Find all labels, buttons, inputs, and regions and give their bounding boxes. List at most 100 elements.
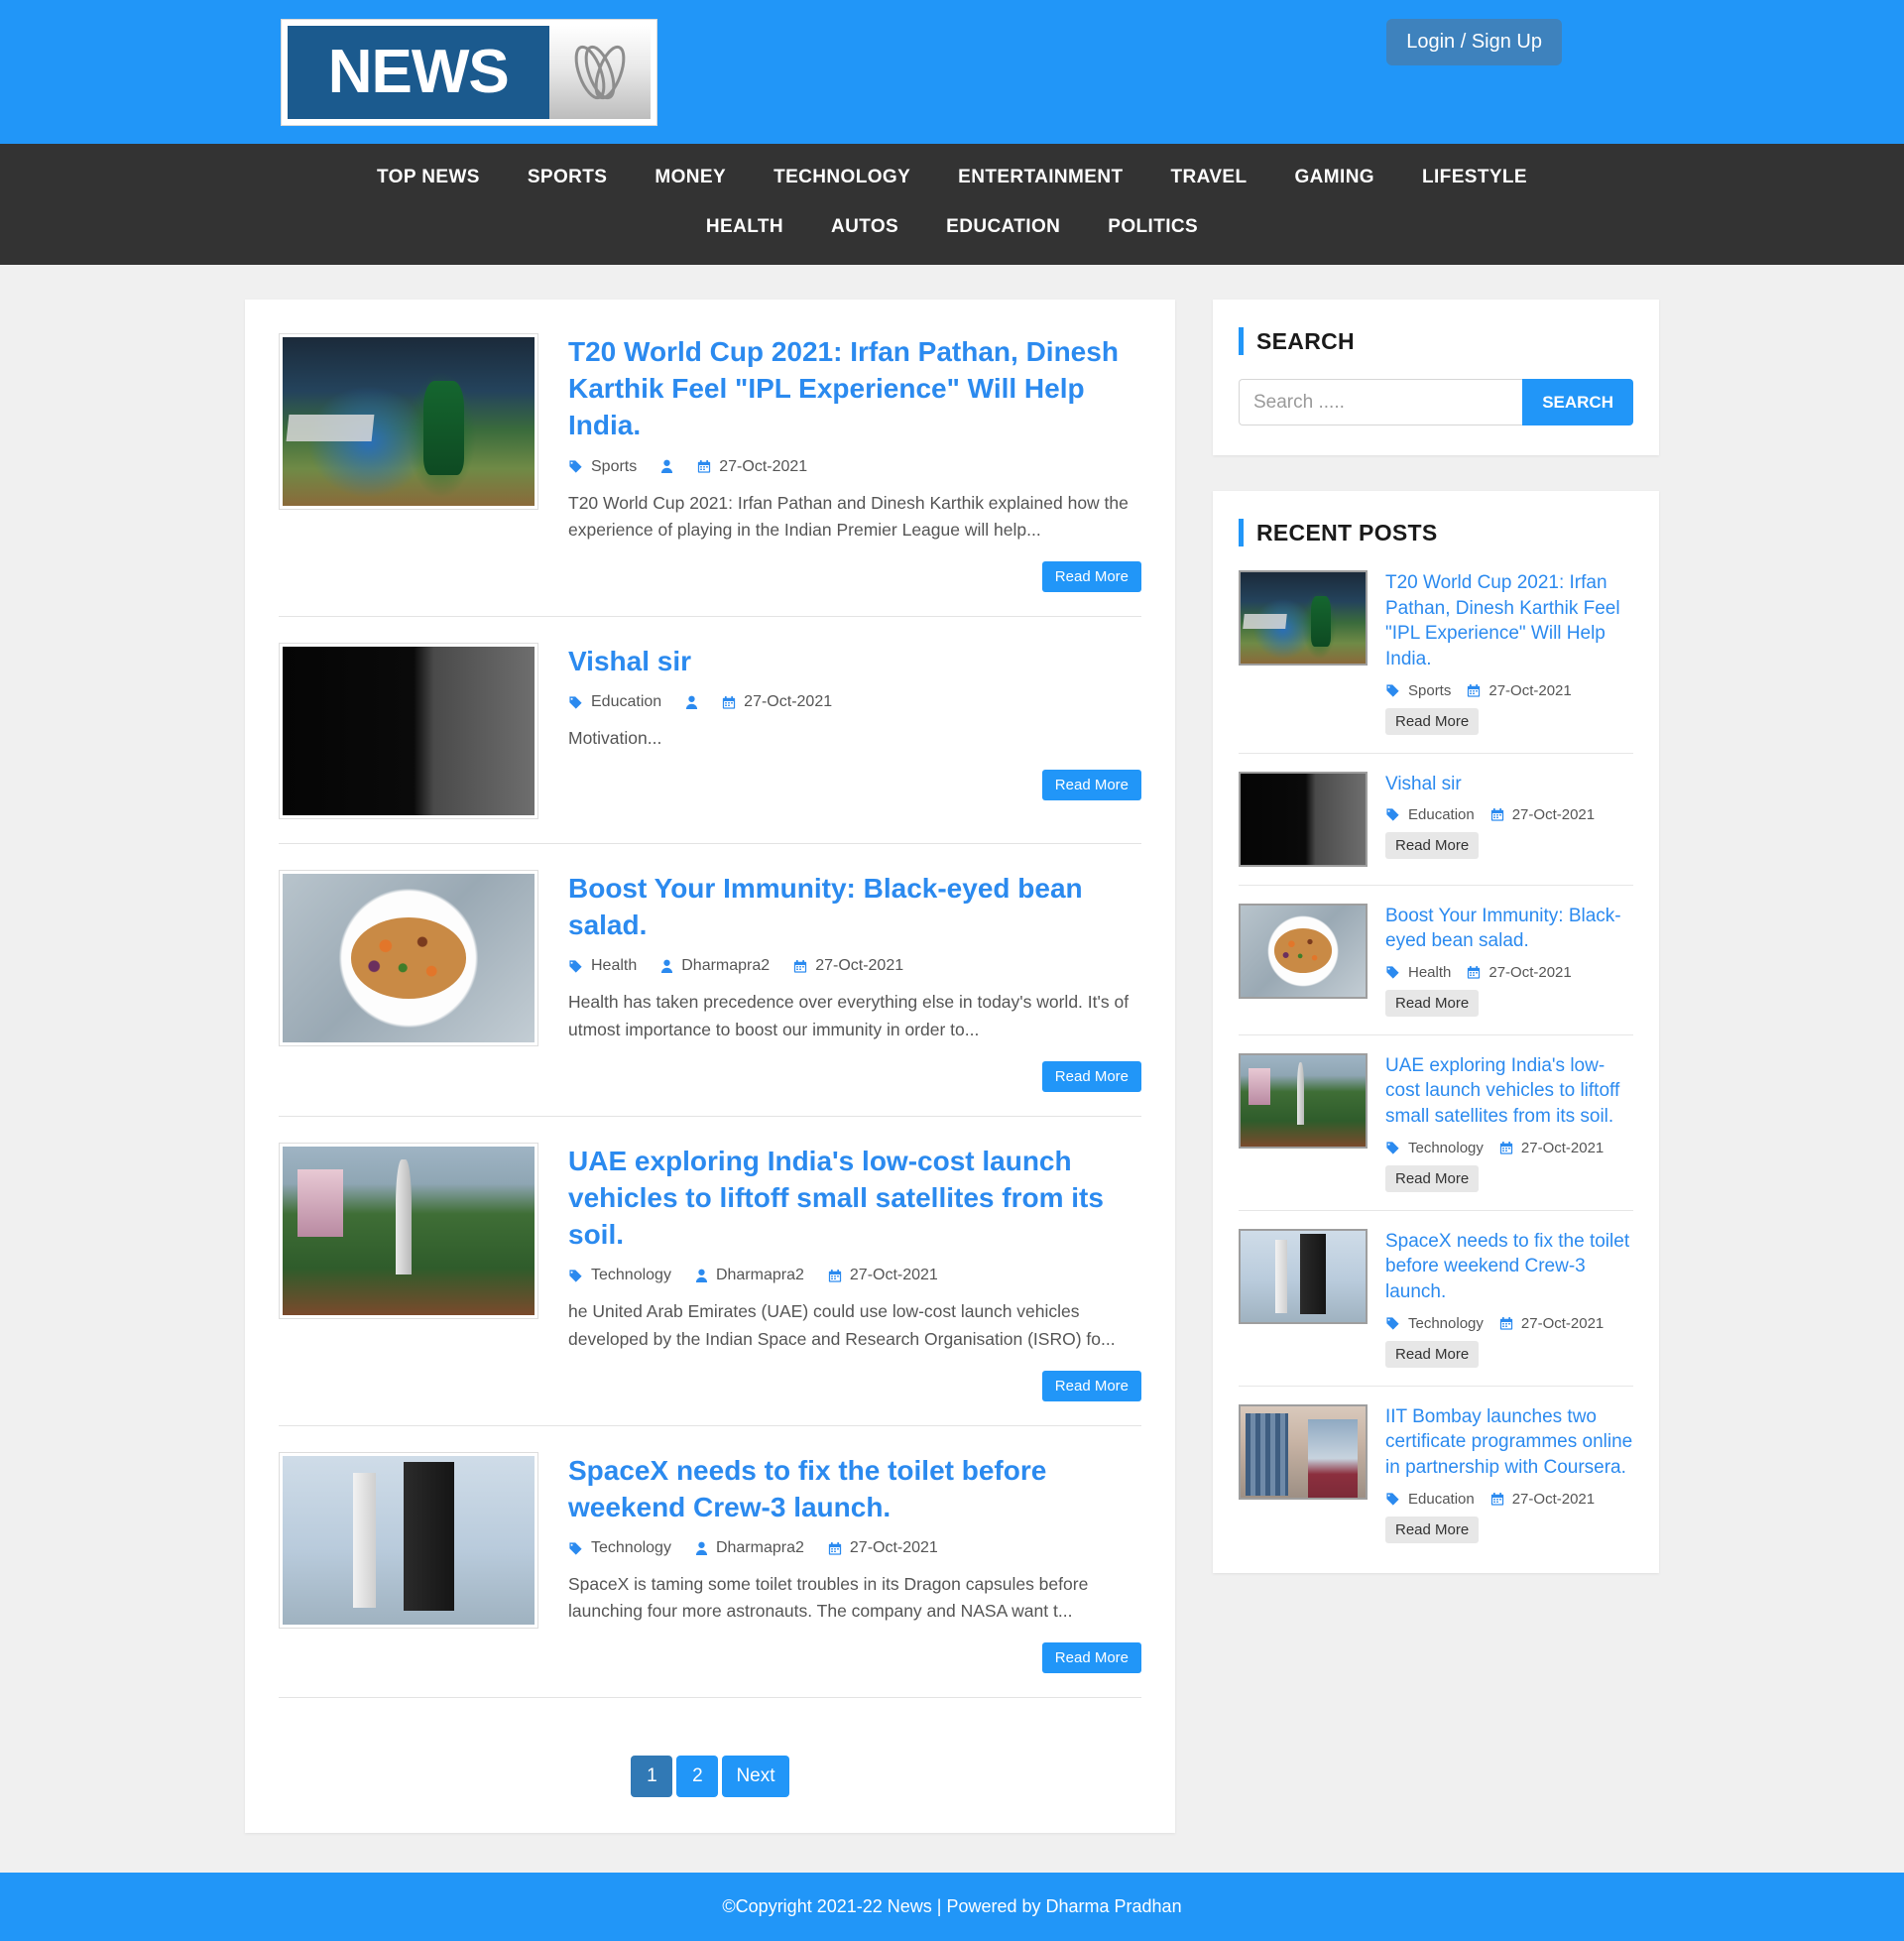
recent-post-thumbnail[interactable] bbox=[1239, 570, 1368, 666]
spacex-rocket-photo bbox=[1241, 1230, 1366, 1322]
article-excerpt: SpaceX is taming some toilet troubles in… bbox=[568, 1574, 1089, 1622]
recent-post-title[interactable]: Vishal sir bbox=[1385, 772, 1633, 797]
search-row: SEARCH bbox=[1239, 379, 1633, 425]
page-button-2[interactable]: 2 bbox=[676, 1756, 719, 1798]
article-title[interactable]: SpaceX needs to fix the toilet before we… bbox=[568, 1452, 1141, 1525]
recent-post-title[interactable]: T20 World Cup 2021: Irfan Pathan, Dinesh… bbox=[1385, 570, 1633, 672]
nav-item-money[interactable]: MONEY bbox=[631, 158, 750, 197]
article-excerpt: Health has taken precedence over everyth… bbox=[568, 992, 1130, 1039]
recent-post-date: 27-Oct-2021 bbox=[1511, 806, 1596, 824]
article-category: Sports bbox=[591, 457, 638, 475]
article-title[interactable]: UAE exploring India's low-cost launch ve… bbox=[568, 1143, 1141, 1254]
recent-post-title[interactable]: IIT Bombay launches two certificate prog… bbox=[1385, 1404, 1633, 1481]
article-thumbnail[interactable] bbox=[279, 642, 538, 819]
recent-post-date: 27-Oct-2021 bbox=[1520, 1314, 1605, 1332]
search-button[interactable]: SEARCH bbox=[1522, 379, 1633, 425]
article-date: 27-Oct-2021 bbox=[815, 957, 904, 975]
recent-post-body: Boost Your Immunity: Black-eyed bean sal… bbox=[1385, 904, 1633, 1017]
recent-post-date: 27-Oct-2021 bbox=[1488, 963, 1572, 981]
nav-item-entertainment[interactable]: ENTERTAINMENT bbox=[934, 158, 1146, 197]
read-more-button[interactable]: Read More bbox=[1041, 1060, 1141, 1092]
pagination: 1 2 Next bbox=[279, 1724, 1141, 1813]
nav-item-gaming[interactable]: GAMING bbox=[1270, 158, 1398, 197]
article-author: Dharmapra2 bbox=[681, 957, 771, 975]
search-input[interactable] bbox=[1239, 379, 1523, 425]
article-thumbnail[interactable] bbox=[279, 1142, 538, 1319]
recent-read-more-button[interactable]: Read More bbox=[1385, 707, 1480, 735]
article-body: Boost Your Immunity: Black-eyed bean sal… bbox=[568, 870, 1141, 1092]
recent-read-more-button[interactable]: Read More bbox=[1385, 1164, 1480, 1192]
recent-post-thumbnail[interactable] bbox=[1239, 1228, 1368, 1324]
site-header: NEWS Login / Sign Up bbox=[0, 0, 1904, 144]
read-more-button[interactable]: Read More bbox=[1041, 1370, 1141, 1401]
recent-post-body: Vishal sir Education 27-Oct-2021 Read More bbox=[1385, 772, 1633, 867]
cricket-match-photo bbox=[283, 337, 535, 506]
read-more-button[interactable]: Read More bbox=[1041, 770, 1141, 801]
nav-item-travel[interactable]: TRAVEL bbox=[1146, 158, 1270, 197]
nav-item-top-news[interactable]: TOP NEWS bbox=[353, 158, 504, 197]
tag-icon bbox=[1386, 1142, 1399, 1154]
article-body: T20 World Cup 2021: Irfan Pathan, Dinesh… bbox=[568, 333, 1141, 592]
article-author: Dharmapra2 bbox=[715, 1267, 804, 1284]
nav-item-health[interactable]: HEALTH bbox=[682, 207, 807, 247]
article-title[interactable]: T20 World Cup 2021: Irfan Pathan, Dinesh… bbox=[568, 333, 1141, 444]
recent-post-date: 27-Oct-2021 bbox=[1520, 1139, 1605, 1156]
nav-item-sports[interactable]: SPORTS bbox=[504, 158, 632, 197]
article-card: SpaceX needs to fix the toilet before we… bbox=[279, 1451, 1141, 1699]
login-signup-button[interactable]: Login / Sign Up bbox=[1386, 19, 1562, 65]
isro-launch-pad-photo bbox=[1241, 1054, 1366, 1147]
recent-post-title[interactable]: Boost Your Immunity: Black-eyed bean sal… bbox=[1385, 904, 1633, 954]
article-thumbnail[interactable] bbox=[279, 1451, 538, 1629]
site-logo[interactable]: NEWS bbox=[281, 19, 657, 126]
nav-item-technology[interactable]: TECHNOLOGY bbox=[750, 158, 934, 197]
recent-read-more-button[interactable]: Read More bbox=[1385, 1340, 1480, 1368]
recent-read-more-button[interactable]: Read More bbox=[1385, 989, 1480, 1017]
motivational-quote-photo bbox=[283, 646, 535, 815]
article-title[interactable]: Vishal sir bbox=[568, 643, 1141, 679]
nav-item-lifestyle[interactable]: LIFESTYLE bbox=[1398, 158, 1551, 197]
recent-post-title[interactable]: UAE exploring India's low-cost launch ve… bbox=[1385, 1053, 1633, 1130]
recent-post-item: SpaceX needs to fix the toilet before we… bbox=[1239, 1228, 1633, 1387]
calendar-icon bbox=[1499, 1141, 1513, 1154]
nav-row: TOP NEWS SPORTS MONEY TECHNOLOGY ENTERTAINME… bbox=[293, 158, 1611, 247]
motivational-quote-photo bbox=[1241, 773, 1366, 865]
page-button-1[interactable]: 1 bbox=[631, 1756, 673, 1798]
recent-post-meta: Technology 27-Oct-2021 bbox=[1385, 1315, 1633, 1332]
recent-read-more-button[interactable]: Read More bbox=[1385, 832, 1480, 860]
article-thumbnail[interactable] bbox=[279, 869, 538, 1046]
page-next-button[interactable]: Next bbox=[722, 1756, 789, 1798]
abc-swirl-icon bbox=[548, 26, 651, 119]
article-thumbnail[interactable] bbox=[279, 333, 538, 510]
article-card: UAE exploring India's low-cost launch ve… bbox=[279, 1142, 1141, 1426]
calendar-icon bbox=[1490, 808, 1503, 821]
tag-icon bbox=[1386, 808, 1399, 821]
user-icon bbox=[695, 1541, 708, 1555]
article-body: SpaceX needs to fix the toilet before we… bbox=[568, 1452, 1141, 1674]
recent-post-body: UAE exploring India's low-cost launch ve… bbox=[1385, 1053, 1633, 1192]
nav-item-autos[interactable]: AUTOS bbox=[807, 207, 922, 247]
calendar-icon bbox=[1468, 683, 1481, 697]
read-more-button[interactable]: Read More bbox=[1041, 1642, 1141, 1674]
recent-post-thumbnail[interactable] bbox=[1239, 1052, 1368, 1149]
article-meta: Education 27-Oct-2021 bbox=[568, 693, 1141, 711]
read-more-button[interactable]: Read More bbox=[1041, 560, 1141, 592]
user-icon bbox=[661, 959, 673, 973]
nav-item-politics[interactable]: POLITICS bbox=[1084, 207, 1222, 247]
recent-post-thumbnail[interactable] bbox=[1239, 771, 1368, 867]
recent-posts-widget: RECENT POSTS T20 World Cup 2021: Irfan P… bbox=[1213, 491, 1659, 1573]
calendar-icon bbox=[698, 460, 711, 473]
recent-post-meta: Education 27-Oct-2021 bbox=[1385, 1491, 1633, 1508]
cricket-match-photo bbox=[1241, 572, 1366, 664]
recent-post-body: T20 World Cup 2021: Irfan Pathan, Dinesh… bbox=[1385, 570, 1633, 735]
recent-post-thumbnail[interactable] bbox=[1239, 1403, 1368, 1500]
nav-item-education[interactable]: EDUCATION bbox=[922, 207, 1084, 247]
article-category: Health bbox=[591, 957, 638, 975]
calendar-icon bbox=[1499, 1316, 1513, 1330]
article-title[interactable]: Boost Your Immunity: Black-eyed bean sal… bbox=[568, 870, 1141, 943]
article-list-panel: T20 World Cup 2021: Irfan Pathan, Dinesh… bbox=[245, 300, 1175, 1834]
recent-post-thumbnail[interactable] bbox=[1239, 903, 1368, 999]
read-more-row: Read More bbox=[568, 770, 1141, 801]
recent-post-category: Education bbox=[1408, 806, 1475, 824]
recent-post-title[interactable]: SpaceX needs to fix the toilet before we… bbox=[1385, 1229, 1633, 1305]
recent-read-more-button[interactable]: Read More bbox=[1385, 1516, 1480, 1543]
